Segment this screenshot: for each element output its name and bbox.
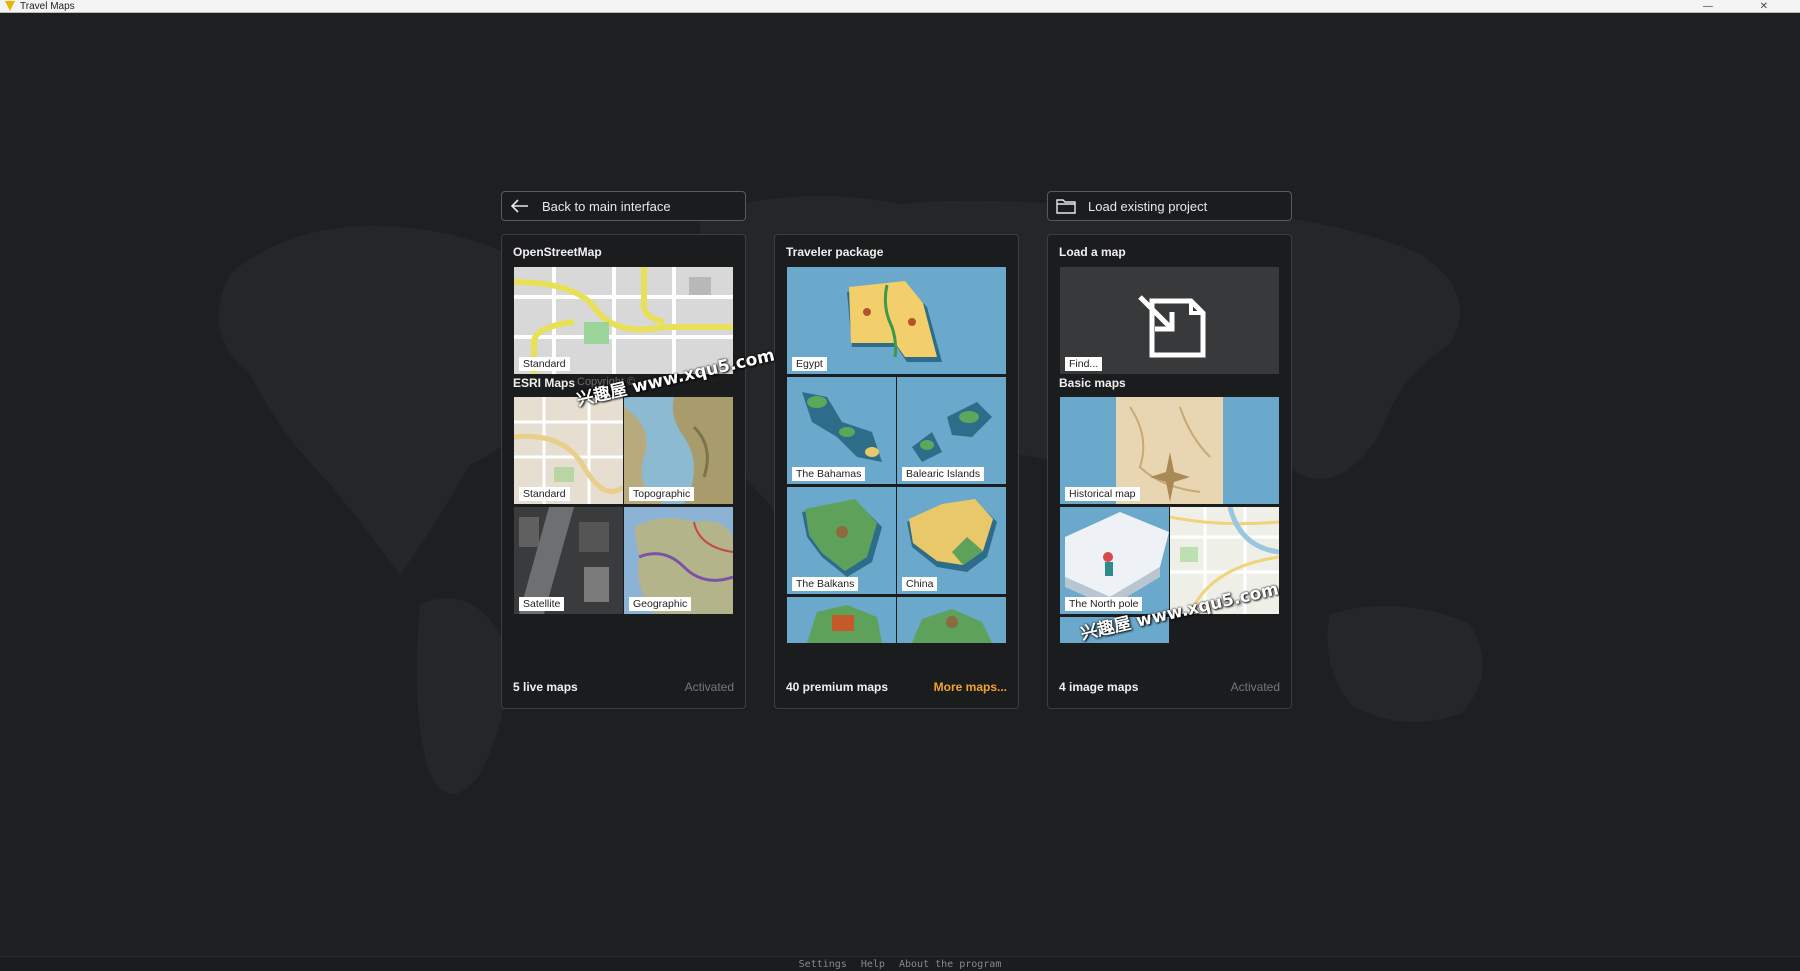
find-label: Find... (1065, 357, 1103, 371)
historical-map-label: Historical map (1065, 487, 1140, 501)
north-pole-tile[interactable]: The North pole (1060, 507, 1169, 614)
egypt-tile[interactable]: Egypt (787, 267, 1006, 374)
live-maps-footer: 5 live maps Activated (513, 680, 734, 694)
historical-map-tile[interactable]: Historical map (1060, 397, 1279, 504)
premium-map-thumbnail-6 (787, 597, 896, 643)
status-bar: Settings Help About the program (0, 956, 1800, 971)
esri-satellite-label: Satellite (519, 597, 565, 611)
arrow-left-icon (510, 198, 530, 214)
esri-geographic-tile[interactable]: Geographic (624, 507, 733, 614)
live-maps-count: 5 live maps (513, 680, 578, 694)
premium-maps-footer: 40 premium maps More maps... (786, 680, 1007, 694)
settings-link[interactable]: Settings (799, 959, 847, 970)
image-maps-footer: 4 image maps Activated (1059, 680, 1280, 694)
balearic-islands-label: Balearic Islands (902, 467, 985, 481)
china-tile[interactable]: China (897, 487, 1006, 594)
esri-geographic-label: Geographic (629, 597, 692, 611)
premium-maps-count: 40 premium maps (786, 680, 889, 694)
image-maps-count: 4 image maps (1059, 680, 1139, 694)
find-map-tile[interactable]: Find... (1060, 267, 1279, 374)
load-section-title: Load a map (1059, 245, 1126, 259)
osm-standard-label: Standard (519, 357, 570, 371)
back-to-main-label: Back to main interface (542, 198, 671, 214)
bahamas-tile[interactable]: The Bahamas (787, 377, 896, 484)
help-link[interactable]: Help (861, 959, 885, 970)
esri-standard-tile[interactable]: Standard (514, 397, 623, 504)
image-maps-status: Activated (1230, 680, 1280, 694)
back-to-main-button[interactable]: Back to main interface (501, 191, 746, 221)
egypt-label: Egypt (792, 357, 827, 371)
balearic-islands-tile[interactable]: Balearic Islands (897, 377, 1006, 484)
esri-satellite-tile[interactable]: Satellite (514, 507, 623, 614)
traveler-package-panel: Traveler package Egypt The Bahamas Balea… (774, 234, 1019, 709)
load-project-label: Load existing project (1088, 198, 1208, 214)
folder-icon (1056, 198, 1076, 214)
title-bar: Travel Maps — ✕ (0, 0, 1800, 13)
esri-section-title: ESRI Maps (513, 376, 576, 390)
bahamas-label: The Bahamas (792, 467, 866, 481)
about-link[interactable]: About the program (899, 959, 1001, 970)
osm-section-title: OpenStreetMap (513, 245, 602, 259)
live-maps-status: Activated (684, 680, 734, 694)
balkans-tile[interactable]: The Balkans (787, 487, 896, 594)
esri-topographic-tile[interactable]: Topographic (624, 397, 733, 504)
premium-map-tile-6[interactable] (787, 597, 896, 643)
esri-standard-label: Standard (519, 487, 570, 501)
traveler-section-title: Traveler package (786, 245, 884, 259)
basic-maps-title: Basic maps (1059, 376, 1126, 390)
live-maps-panel: OpenStreetMap Standard ESRI Maps Copyrig… (501, 234, 746, 709)
china-label: China (902, 577, 938, 591)
more-maps-link[interactable]: More maps... (934, 680, 1007, 694)
window-title: Travel Maps (20, 1, 75, 12)
premium-map-thumbnail-7 (897, 597, 1006, 643)
load-project-button[interactable]: Load existing project (1047, 191, 1292, 221)
app-logo-icon (5, 1, 15, 11)
premium-map-tile-7[interactable] (897, 597, 1006, 643)
esri-topographic-label: Topographic (629, 487, 695, 501)
window-controls[interactable]: — ✕ (1703, 0, 1790, 13)
balkans-label: The Balkans (792, 577, 859, 591)
